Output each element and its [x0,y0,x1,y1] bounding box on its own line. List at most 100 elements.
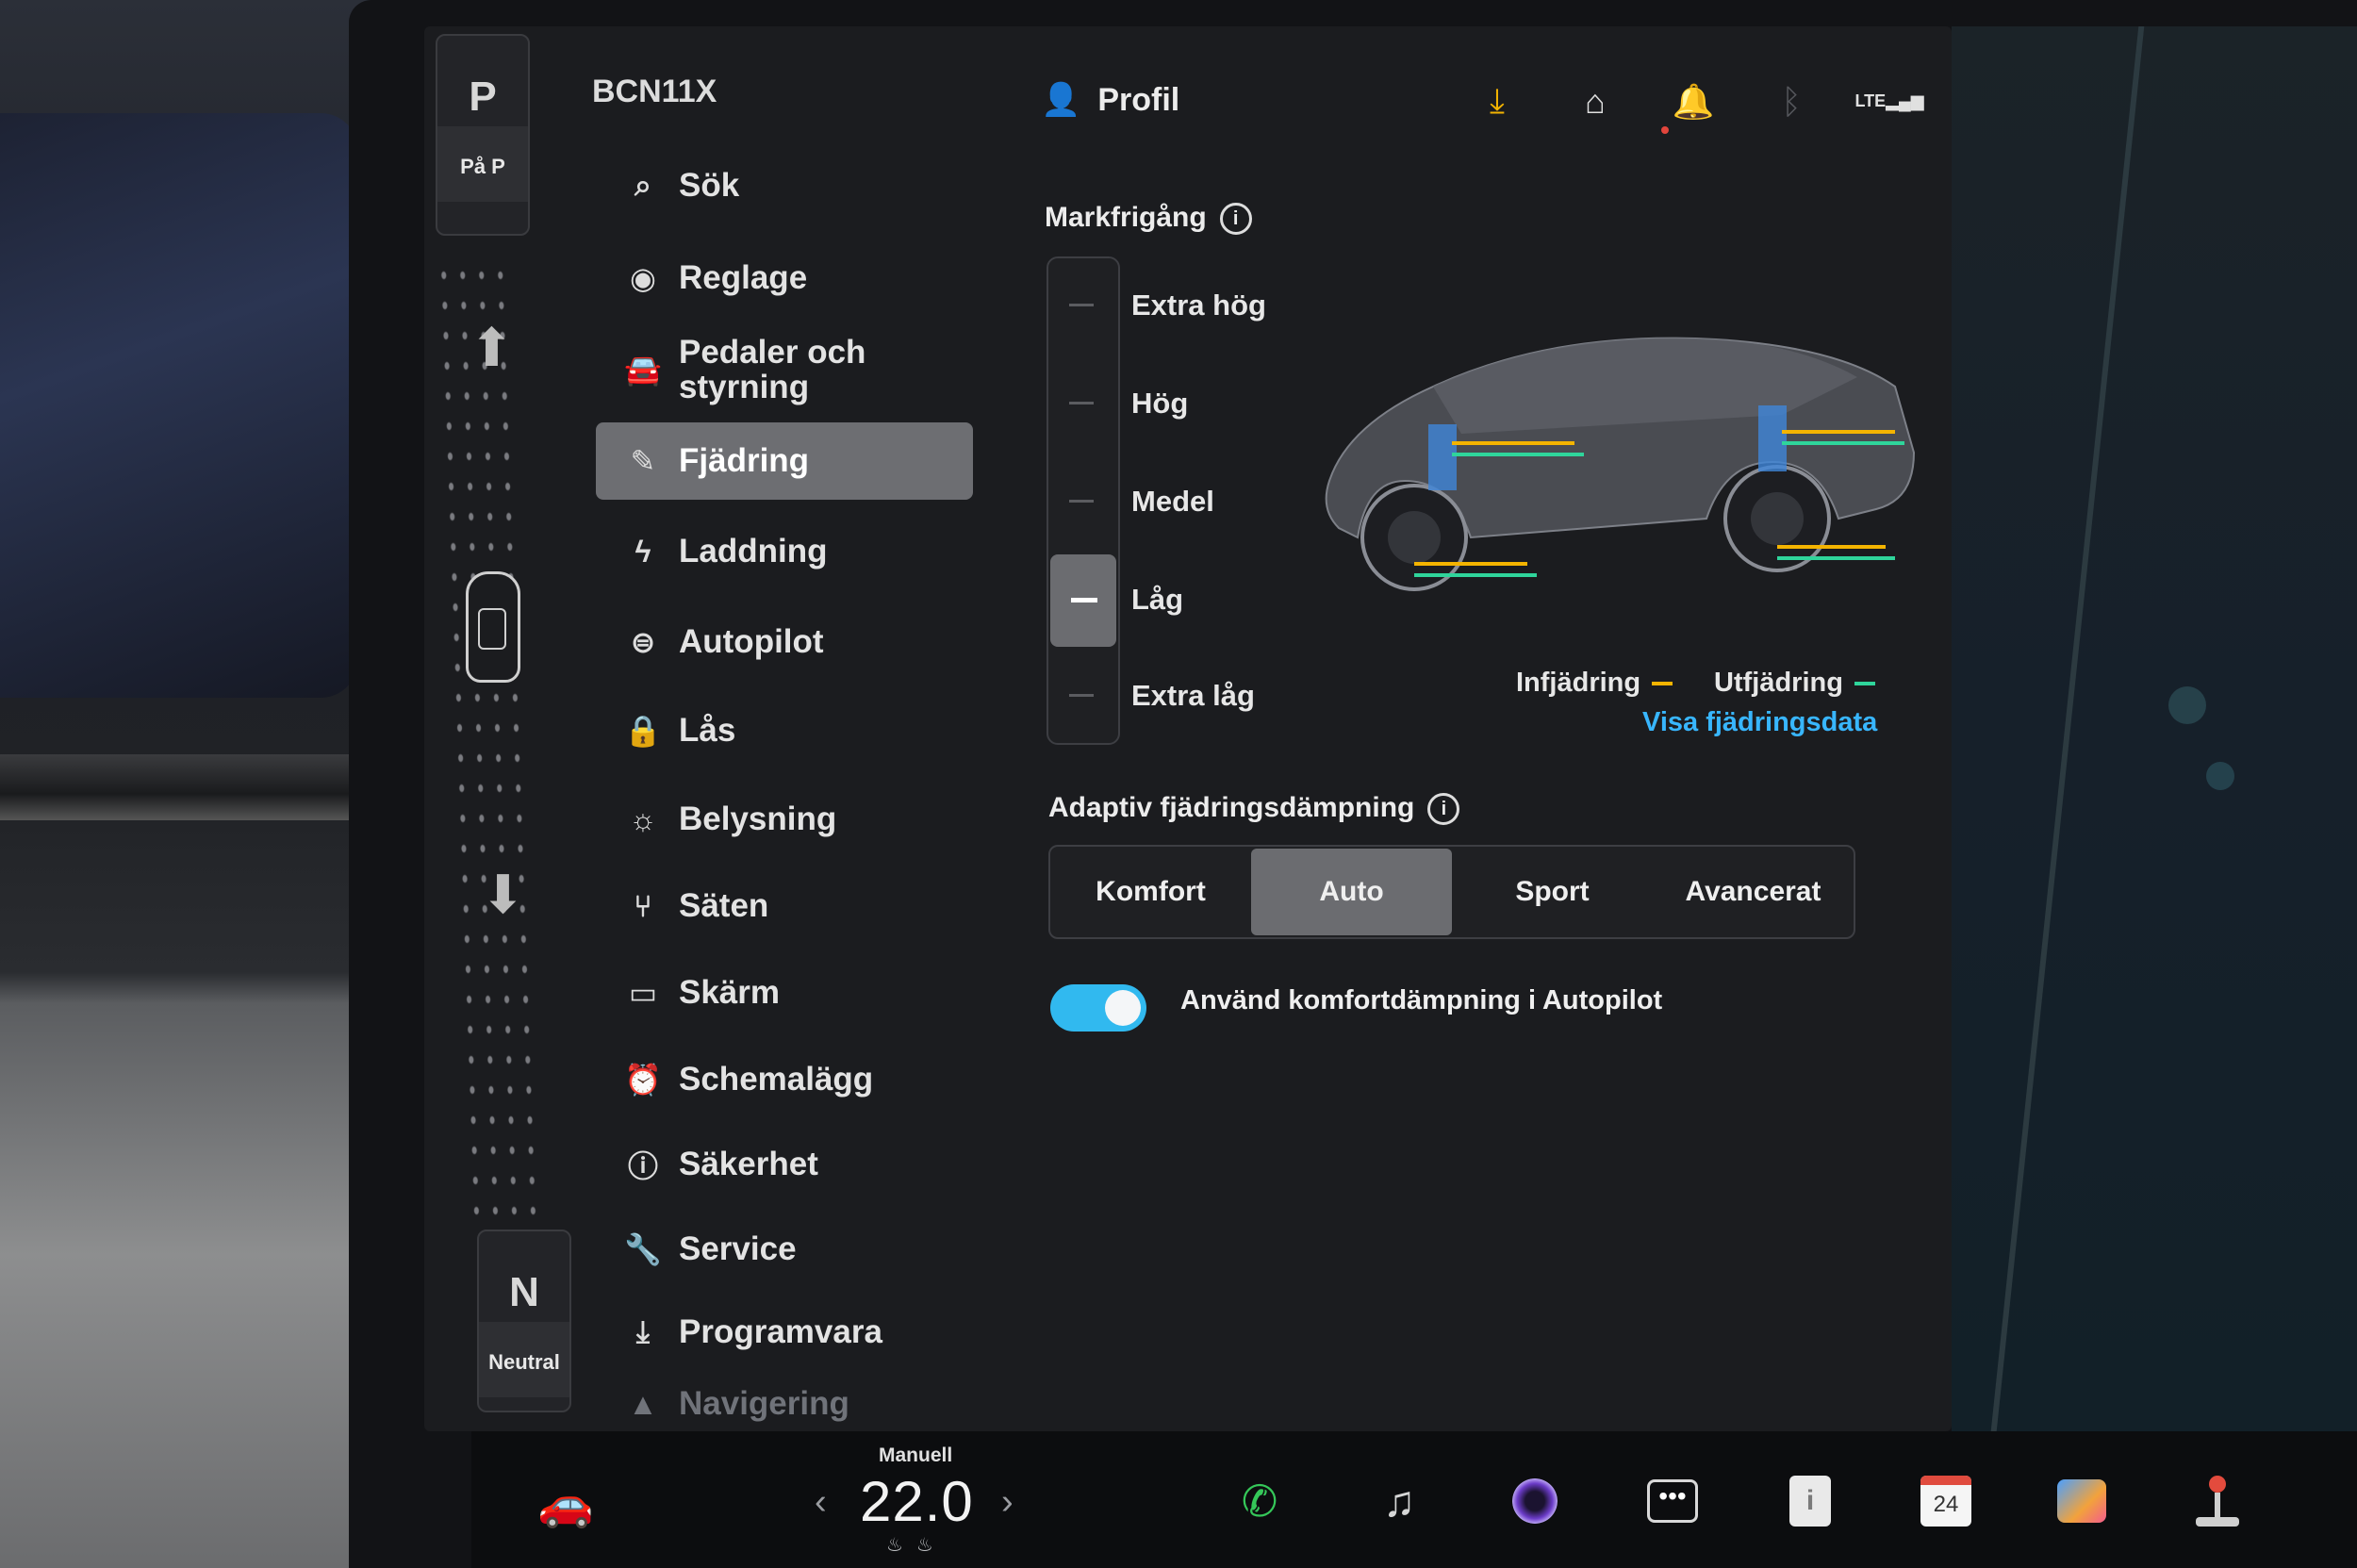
calendar-icon[interactable]: 24 [1912,1467,1980,1535]
map-view[interactable] [1952,26,2357,1431]
nav-item-label: Lås [679,712,736,749]
nav-item-display[interactable]: ▭ Skärm [596,956,973,1030]
joystick-ball [2209,1476,2226,1493]
nav-item-navigation[interactable]: ▲ Navigering [596,1380,973,1428]
car-icon[interactable]: 🚗 [537,1477,594,1530]
legend-rebound-label: Utfjädring [1714,668,1843,698]
nav-item-label: Fjädring [679,442,810,479]
ride-height-option[interactable]: Hög [1131,387,1188,421]
bell-icon[interactable]: 🔔 [1644,82,1742,122]
damping-option-sport[interactable]: Sport [1452,847,1653,937]
vehicle-name[interactable]: BCN11X [592,74,717,110]
height-tick [1069,694,1094,697]
ride-height-option[interactable]: Extra hög [1131,289,1266,322]
nav-item-pedals[interactable]: 🚘 Pedaler och styrning [596,321,973,419]
damping-option-comfort[interactable]: Komfort [1050,847,1251,937]
temperature-down-button[interactable]: ‹ [815,1482,827,1523]
garage-icon[interactable]: ⌂ [1546,82,1644,122]
nav-item-label: Pedaler och styrning [679,334,866,405]
legend-rebound: Utfjädring [1714,668,1875,699]
gear-selector[interactable]: P På P ⬆ ⬇ N Neutral [432,34,573,1412]
suspension-icon: ✎ [630,444,656,478]
damping-option-advanced[interactable]: Avancerat [1653,847,1854,937]
damping-title-text: Adaptiv fjädringsdämpning [1048,792,1415,823]
nav-item-locks[interactable]: 🔒 Lås [596,694,973,767]
park-button[interactable]: P På P [436,34,530,236]
nav-item-label: Autopilot [679,623,824,660]
nav-item-lighting[interactable]: ☼ Belysning [596,783,973,856]
toggle-icon: ◉ [630,261,656,295]
ride-height-thumb[interactable] [1050,554,1116,647]
steering-wheel-icon: ⊜ [630,625,656,659]
arrow-down-icon: ⬇ [481,865,525,924]
nav-item-charging[interactable]: ϟ Laddning [596,515,973,588]
damping-mode-selector[interactable]: Komfort Auto Sport Avancerat [1048,845,1855,939]
view-suspension-data-link[interactable]: Visa fjädringsdata [1642,707,1877,738]
ride-height-title: Markfrigång i [1045,202,1252,236]
nav-item-label: Skärm [679,974,781,1011]
download-icon[interactable]: ⤓ [1448,81,1546,122]
lock-icon: 🔒 [624,714,662,748]
map-marker [2206,762,2234,790]
nav-item-schedule[interactable]: ⏰ Schemalägg [596,1043,973,1116]
legend-compression-label: Infjädring [1516,668,1641,698]
arrow-up-icon: ⬆ [470,318,514,377]
damping-option-auto[interactable]: Auto [1251,849,1452,935]
suspension-car-render [1325,337,1916,591]
nav-item-service[interactable]: 🔧 Service [596,1213,973,1286]
search-icon: ⌕ [635,168,651,202]
info-icon[interactable]: i [1427,793,1460,826]
gear-slider-track[interactable] [434,260,543,1222]
nav-item-autopilot[interactable]: ⊜ Autopilot [596,605,973,679]
bluetooth-icon[interactable]: ᛒ [1742,82,1840,122]
nav-item-safety[interactable]: ⓘ Säkerhet [596,1128,973,1201]
car-top-view-icon [466,571,520,683]
ride-height-option[interactable]: Extra låg [1131,679,1255,713]
camera-icon[interactable] [1501,1467,1569,1535]
instrument-glass [0,113,358,698]
gear-label-neutral: Neutral [479,1322,569,1397]
wrench-icon: 🔧 [624,1232,662,1266]
nav-item-label: Service [679,1230,797,1267]
nav-item-software[interactable]: ⤓ Programvara [596,1296,973,1369]
legend-compression-swatch [1652,682,1673,686]
person-icon: 👤 [1041,82,1081,118]
info-icon[interactable]: i [1219,203,1252,236]
joystick-stick [2215,1493,2220,1517]
profile-button[interactable]: 👤 Profil [1041,81,1179,119]
comfort-damping-autopilot-label: Använd komfortdämpning i Autopilot [1180,985,1663,1015]
more-dots: ••• [1647,1479,1698,1523]
seat-heater-icon[interactable]: ♨♨ [886,1533,947,1557]
joystick-icon[interactable] [2184,1467,2251,1535]
phone-icon[interactable]: ✆ [1226,1467,1294,1535]
display-icon: ▭ [628,976,658,1010]
neutral-button[interactable]: N Neutral [477,1230,571,1412]
height-tick [1069,402,1094,404]
ride-height-option[interactable]: Medel [1131,485,1214,519]
dashboard-trim [0,754,377,820]
map-road [1990,26,2145,1431]
joystick-base [2196,1517,2239,1527]
alert-circle-icon: ⓘ [627,1149,658,1183]
temperature-display[interactable]: 22.0 [860,1469,974,1534]
sun-icon: ☼ [629,801,657,836]
seat-icon: ⑂ [634,888,652,923]
alarm-clock-icon: ⏰ [624,1063,662,1097]
nav-item-suspension[interactable]: ✎ Fjädring [596,422,973,500]
calendar-day: 24 [1933,1492,1959,1517]
notes-icon[interactable]: i [1776,1467,1844,1535]
gear-letter-park: P [469,74,497,120]
photo-booth-icon[interactable] [2048,1467,2116,1535]
nav-item-controls[interactable]: ◉ Reglage [596,241,973,315]
comfort-damping-autopilot-toggle[interactable] [1050,984,1146,1032]
music-icon[interactable]: ♫ [1365,1467,1433,1535]
nav-item-seats[interactable]: ⑂ Säten [596,869,973,943]
more-icon[interactable]: ••• [1639,1467,1706,1535]
ride-height-option-selected[interactable]: Låg [1131,583,1183,617]
legend-compression: Infjädring [1516,668,1673,699]
ride-height-slider[interactable] [1047,256,1120,745]
nav-item-search[interactable]: ⌕ Sök [596,149,973,223]
lte-signal-icon: LTE▂▄▆ [1854,91,1924,110]
temperature-up-button[interactable]: › [1001,1482,1014,1523]
height-tick [1069,500,1094,503]
